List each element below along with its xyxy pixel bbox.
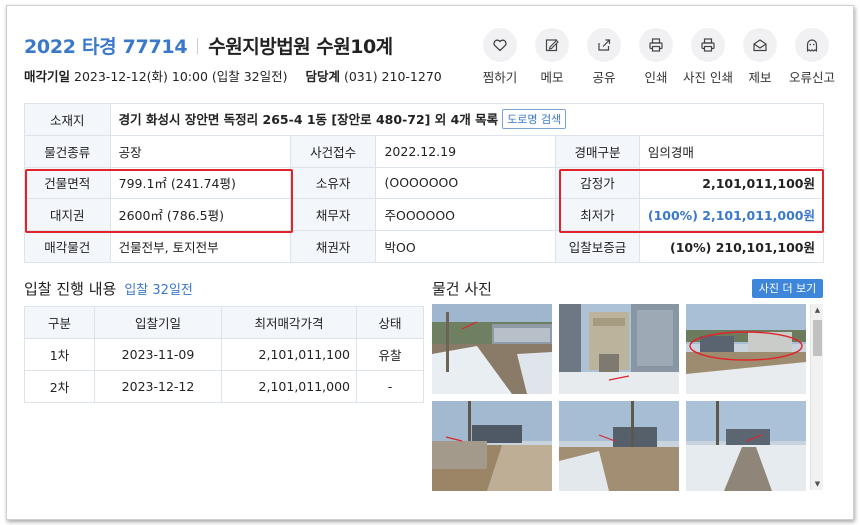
bid-price: 2,101,011,100 bbox=[221, 338, 357, 371]
auction-type-value: 임의경매 bbox=[638, 134, 825, 168]
photo-scrollbar[interactable]: ▲ ▼ bbox=[810, 304, 823, 490]
info-row-address: 소재지 경기 화성시 장안면 독정리 265-4 1동 [장안로 480-72]… bbox=[24, 103, 825, 136]
appraisal-value: 2,101,011,100원 bbox=[638, 166, 825, 200]
property-photo-1[interactable] bbox=[432, 304, 552, 394]
property-photo-6[interactable] bbox=[686, 401, 806, 491]
photos-title: 물건 사진 bbox=[432, 280, 492, 298]
sale-items-label: 매각물건 bbox=[24, 230, 111, 263]
error-report-button[interactable]: 오류신고 bbox=[786, 28, 838, 86]
appraisal-label: 감정가 bbox=[555, 166, 640, 200]
memo-icon bbox=[535, 28, 569, 62]
error-report-icon bbox=[795, 28, 829, 62]
share-button[interactable]: 공유 bbox=[578, 28, 630, 86]
auction-type-label: 경매구분 bbox=[555, 134, 640, 168]
bid-round: 2차 bbox=[24, 370, 95, 403]
memo-label: 메모 bbox=[540, 70, 564, 85]
property-photo-3[interactable] bbox=[686, 304, 806, 394]
received-label: 사건접수 bbox=[289, 134, 377, 168]
property-info-table: 소재지 경기 화성시 장안면 독정리 265-4 1동 [장안로 480-72]… bbox=[24, 103, 825, 263]
info-row-land: 대지권 2600㎡ (786.5평) 채무자 주OOOOOO 최저가 (100%… bbox=[24, 198, 825, 232]
bidding-subtitle: 입찰 32일전 bbox=[124, 283, 193, 298]
property-photo-4[interactable] bbox=[432, 401, 552, 491]
table-row: 2차 2023-12-12 2,101,011,000 - bbox=[24, 370, 424, 403]
heart-icon bbox=[483, 28, 517, 62]
court-name: 수원지방법원 수원10계 bbox=[208, 36, 393, 58]
deposit-label: 입찰보증금 bbox=[555, 230, 640, 263]
road-search-button[interactable]: 도로명 검색 bbox=[502, 109, 567, 130]
error-report-label: 오류신고 bbox=[788, 70, 835, 85]
more-photos-button[interactable]: 사진 더 보기 bbox=[752, 279, 823, 298]
info-row-building: 건물면적 799.1㎡ (241.74평) 소유자 (OOOOOOO 감정가 2… bbox=[24, 166, 825, 200]
deposit-value: (10%) 210,101,100원 bbox=[638, 230, 825, 263]
scroll-up-icon[interactable]: ▲ bbox=[811, 304, 824, 316]
info-row-type: 물건종류 공장 사건접수 2022.12.19 경매구분 임의경매 bbox=[24, 134, 825, 168]
debtor-label: 채무자 bbox=[289, 198, 377, 232]
owner-value: (OOOOOOO bbox=[375, 166, 557, 200]
action-toolbar: 찜하기 메모 공유 인쇄 사진 인쇄 제보 오류신고 bbox=[474, 28, 838, 86]
bid-status: - bbox=[356, 370, 424, 403]
bid-round: 1차 bbox=[24, 338, 95, 371]
header-divider bbox=[197, 38, 199, 54]
debtor-value: 주OOOOOO bbox=[375, 198, 557, 232]
case-number[interactable]: 2022 타경 77714 bbox=[24, 36, 188, 58]
bidding-header-row: 구분 입찰기일 최저매각가격 상태 bbox=[24, 306, 424, 339]
photo-print-label: 사진 인쇄 bbox=[683, 70, 733, 85]
address-value: 경기 화성시 장안면 독정리 265-4 1동 [장안로 480-72] 외 4… bbox=[118, 112, 499, 128]
land-value: 2600㎡ (786.5평) bbox=[109, 198, 291, 232]
info-row-sale-items: 매각물건 건물전부, 토지전부 채권자 박OO 입찰보증금 (10%) 210,… bbox=[24, 230, 825, 263]
building-area-label: 건물면적 bbox=[24, 166, 111, 200]
bidding-title: 입찰 진행 내용 bbox=[24, 280, 117, 298]
bid-price: 2,101,011,000 bbox=[221, 370, 357, 403]
sale-items-value: 건물전부, 토지전부 bbox=[109, 230, 291, 263]
case-subinfo: 매각기일 2023-12-12(화) 10:00 (입찰 32일전) 담당계 (… bbox=[24, 66, 442, 85]
type-label: 물건종류 bbox=[24, 134, 111, 168]
received-value: 2022.12.19 bbox=[375, 134, 557, 168]
print-button[interactable]: 인쇄 bbox=[630, 28, 682, 86]
creditor-value: 박OO bbox=[375, 230, 557, 263]
photo-print-icon bbox=[691, 28, 725, 62]
bookmark-label: 찜하기 bbox=[482, 70, 518, 85]
print-label: 인쇄 bbox=[644, 70, 668, 85]
creditor-label: 채권자 bbox=[289, 230, 377, 263]
property-photo-5[interactable] bbox=[559, 401, 679, 491]
report-button[interactable]: 제보 bbox=[734, 28, 786, 86]
sale-date-value: 2023-12-12(화) 10:00 (입찰 32일전) bbox=[74, 69, 288, 84]
bid-col-price: 최저매각가격 bbox=[221, 306, 357, 339]
bid-col-status: 상태 bbox=[356, 306, 424, 339]
share-label: 공유 bbox=[592, 70, 616, 85]
building-area-value: 799.1㎡ (241.74평) bbox=[109, 166, 291, 200]
scroll-thumb[interactable] bbox=[813, 320, 822, 356]
memo-button[interactable]: 메모 bbox=[526, 28, 578, 86]
bidding-section-title: 입찰 진행 내용 입찰 32일전 bbox=[24, 278, 193, 299]
share-icon bbox=[587, 28, 621, 62]
contact-label: 담당계 bbox=[305, 69, 340, 84]
bid-date: 2023-11-09 bbox=[94, 338, 222, 371]
report-label: 제보 bbox=[748, 70, 772, 85]
type-value: 공장 bbox=[109, 134, 291, 168]
owner-label: 소유자 bbox=[289, 166, 377, 200]
report-mail-icon bbox=[743, 28, 777, 62]
bid-col-round: 구분 bbox=[24, 306, 95, 339]
bidding-table: 구분 입찰기일 최저매각가격 상태 1차 2023-11-09 2,101,01… bbox=[24, 306, 424, 403]
photo-grid bbox=[432, 304, 810, 492]
bookmark-button[interactable]: 찜하기 bbox=[474, 28, 526, 86]
bid-col-date: 입찰기일 bbox=[94, 306, 222, 339]
contact-value: (031) 210-1270 bbox=[343, 69, 442, 84]
property-photo-2[interactable] bbox=[559, 304, 679, 394]
case-header: 2022 타경 77714 수원지방법원 수원10계 bbox=[24, 32, 393, 59]
min-price-value: (100%) 2,101,011,000원 bbox=[638, 198, 825, 232]
scroll-down-icon[interactable]: ▼ bbox=[811, 478, 824, 490]
photo-print-button[interactable]: 사진 인쇄 bbox=[682, 28, 734, 86]
sale-date-label: 매각기일 bbox=[24, 69, 71, 84]
print-icon bbox=[639, 28, 673, 62]
bid-status: 유찰 bbox=[356, 338, 424, 371]
land-label: 대지권 bbox=[24, 198, 111, 232]
address-label: 소재지 bbox=[24, 103, 111, 136]
address-cell: 경기 화성시 장안면 독정리 265-4 1동 [장안로 480-72] 외 4… bbox=[109, 103, 825, 136]
table-row: 1차 2023-11-09 2,101,011,100 유찰 bbox=[24, 338, 424, 371]
min-price-label: 최저가 bbox=[555, 198, 640, 232]
bid-date: 2023-12-12 bbox=[94, 370, 222, 403]
